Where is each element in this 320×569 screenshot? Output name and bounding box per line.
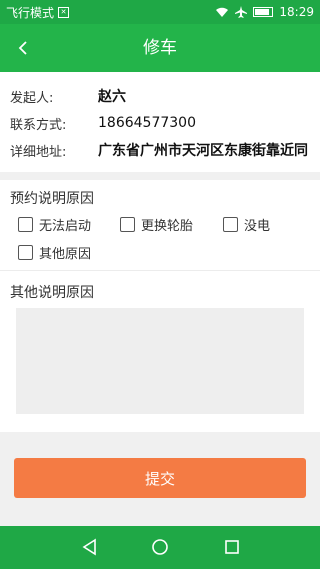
- status-bar: 飞行模式 ✕ 18:29: [0, 0, 320, 24]
- option-cannot-start[interactable]: 无法启动: [18, 215, 91, 234]
- contact-label: 联系方式:: [10, 117, 67, 133]
- info-card: 发起人: 赵六 联系方式: 18664577300 详细地址: 广东省广州市天河…: [0, 72, 320, 172]
- clock: 18:29: [279, 5, 314, 19]
- nav-bar: [0, 526, 320, 569]
- app-bar: 修车: [0, 24, 320, 72]
- option-label: 其他原因: [39, 247, 92, 262]
- initiator-value: 赵六: [98, 89, 126, 105]
- address-row: 详细地址: 广东省广州市天河区东康街靠近同: [10, 136, 310, 164]
- wifi-icon: [216, 7, 229, 17]
- checkbox[interactable]: [223, 217, 238, 232]
- reason-title: 预约说明原因: [10, 191, 94, 207]
- reason-card: 预约说明原因 无法启动 更换轮胎 没电 其他原因 其他说明原因: [0, 180, 320, 432]
- checkbox[interactable]: [120, 217, 135, 232]
- battery-icon: [253, 7, 274, 17]
- recents-square-icon[interactable]: [222, 537, 242, 557]
- option-label: 更换轮胎: [141, 219, 194, 234]
- option-change-tire[interactable]: 更换轮胎: [120, 215, 193, 234]
- option-label: 没电: [244, 219, 271, 234]
- option-other[interactable]: 其他原因: [18, 243, 91, 262]
- checkbox[interactable]: [18, 217, 33, 232]
- back-triangle-icon[interactable]: [80, 537, 100, 557]
- home-circle-icon[interactable]: [150, 537, 170, 557]
- checkbox[interactable]: [18, 245, 33, 260]
- initiator-row: 发起人: 赵六: [10, 82, 310, 110]
- submit-button[interactable]: 提交: [14, 458, 306, 498]
- contact-row: 联系方式: 18664577300: [10, 109, 310, 137]
- option-label: 无法启动: [39, 219, 92, 234]
- page-title: 修车: [143, 38, 177, 58]
- divider: [0, 270, 320, 271]
- status-right: 18:29: [215, 5, 314, 19]
- option-no-power[interactable]: 没电: [223, 215, 270, 234]
- other-reason-input[interactable]: [16, 308, 304, 414]
- airplane-icon: [235, 6, 248, 18]
- address-label: 详细地址:: [10, 144, 67, 160]
- airplane-mode-text: 飞行模式: [6, 5, 55, 20]
- other-reason-title: 其他说明原因: [10, 285, 94, 301]
- address-value: 广东省广州市天河区东康街靠近同: [98, 143, 308, 159]
- status-left: 飞行模式 ✕: [6, 4, 70, 21]
- sim-icon: ✕: [58, 6, 70, 18]
- initiator-label: 发起人:: [10, 90, 54, 106]
- contact-value: 18664577300: [98, 115, 196, 131]
